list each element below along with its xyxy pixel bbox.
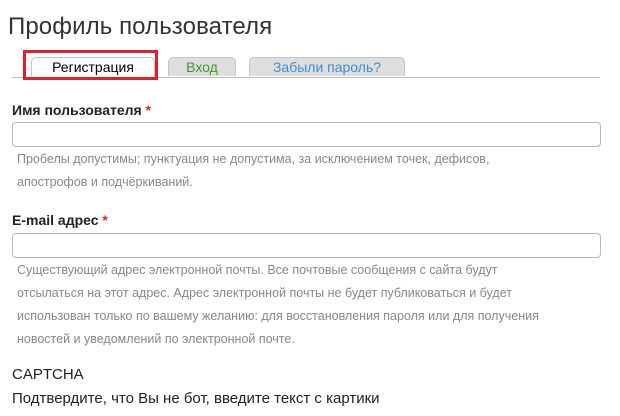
email-label-text: E-mail адрес	[12, 212, 99, 228]
required-marker: *	[102, 212, 108, 228]
captcha-title: CAPTCHA	[12, 366, 84, 383]
username-help: Пробелы допустимы; пунктуация не допусти…	[17, 148, 592, 194]
required-marker: *	[145, 102, 152, 118]
username-label-text: Имя пользователя	[12, 102, 142, 118]
username-input[interactable]	[12, 122, 601, 147]
email-help-line-4: новостей и уведомлений по электронной по…	[17, 332, 295, 346]
email-help-line-1: Существующий адрес электронной почты. Вс…	[17, 263, 498, 277]
email-help-line-2: отсылаться на этот адрес. Адрес электрон…	[17, 286, 512, 300]
tab-login[interactable]: Вход	[168, 57, 236, 76]
captcha-description: Подтвердите, что Вы не бот, введите текс…	[12, 390, 380, 407]
email-help: Существующий адрес электронной почты. Вс…	[17, 259, 592, 351]
email-label: E-mail адрес *	[12, 212, 108, 228]
tab-registration[interactable]: Регистрация	[31, 57, 155, 78]
email-input[interactable]	[12, 233, 601, 258]
username-label: Имя пользователя *	[12, 102, 151, 118]
tab-forgot-password[interactable]: Забыли пароль?	[249, 57, 405, 76]
username-help-line-2: апострофов и подчёркиваний.	[17, 175, 193, 189]
username-help-line-1: Пробелы допустимы; пунктуация не допусти…	[17, 152, 490, 166]
email-help-line-3: использован только по вашему желанию: дл…	[17, 309, 539, 323]
page-title: Профиль пользователя	[8, 13, 273, 40]
